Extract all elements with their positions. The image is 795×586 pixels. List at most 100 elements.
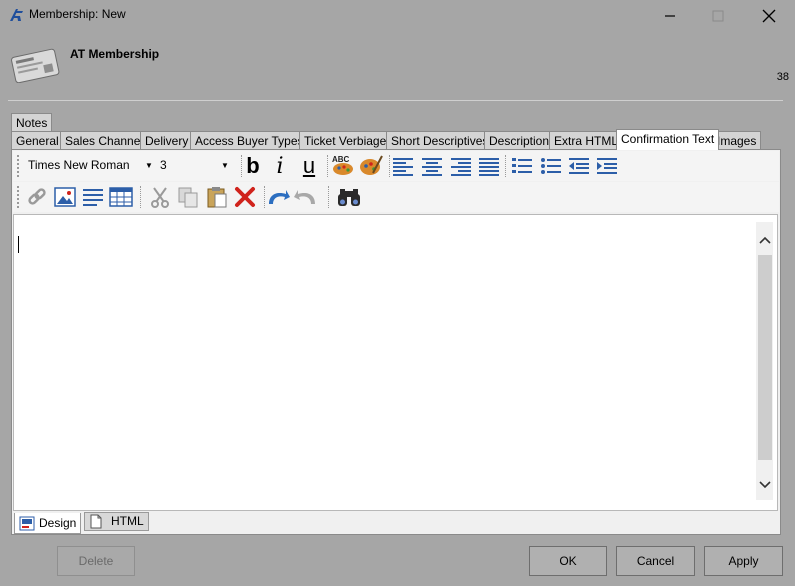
tab-delivery[interactable]: Delivery: [140, 131, 194, 150]
indent-button[interactable]: [595, 154, 619, 178]
toolbar-grip[interactable]: [17, 186, 19, 208]
align-center-icon: [422, 158, 442, 176]
toolbar-separator: [327, 155, 328, 177]
underline-icon: u: [302, 153, 316, 178]
minimize-button[interactable]: [646, 0, 694, 31]
membership-card-icon: [9, 47, 61, 84]
tab-design[interactable]: Design: [14, 513, 82, 534]
font-name-value: Times New Roman: [28, 158, 130, 172]
link-icon: [28, 188, 46, 205]
document-icon: [90, 514, 102, 529]
tab-sales-channel[interactable]: Sales Channel: [60, 131, 149, 150]
delete-button[interactable]: Delete: [57, 546, 135, 576]
cancel-button[interactable]: Cancel: [616, 546, 695, 576]
header-count: 38: [776, 71, 789, 83]
insert-image-button[interactable]: [53, 185, 77, 209]
tab-html[interactable]: HTML: [84, 512, 149, 531]
align-right-button[interactable]: [449, 154, 473, 178]
toolbar-separator: [505, 155, 506, 177]
table-icon: [109, 187, 133, 207]
scrollbar-thumb[interactable]: [758, 255, 772, 460]
binoculars-icon: [338, 189, 360, 206]
tab-ticket-verbiage[interactable]: Ticket Verbiage: [299, 131, 392, 150]
delete-button-toolbar[interactable]: [233, 185, 257, 209]
tab-general[interactable]: General: [11, 131, 64, 150]
image-icon: [54, 187, 76, 207]
header-title: AT Membership: [70, 47, 160, 61]
redo-button[interactable]: [294, 185, 318, 209]
close-button[interactable]: [745, 0, 793, 31]
tab-access-buyer-types[interactable]: Access Buyer Types: [190, 131, 309, 150]
minimize-icon: [665, 14, 675, 17]
outdent-icon: [569, 158, 589, 174]
insert-link-button[interactable]: [25, 185, 49, 209]
text-caret: [18, 236, 19, 253]
justify-icon: [479, 158, 499, 176]
align-left-icon: [393, 158, 413, 176]
app-logo-icon: [8, 7, 24, 23]
numbered-list-icon: [512, 158, 532, 173]
italic-icon: i: [276, 153, 284, 179]
underline-button[interactable]: u: [297, 153, 321, 178]
align-right-icon: [451, 158, 471, 176]
format-toolbar: Times New Roman ▼ 3 ▼ b i u ABC: [13, 151, 779, 181]
design-tab-label: Design: [39, 515, 77, 530]
font-name-select[interactable]: Times New Roman ▼: [25, 155, 153, 176]
header-divider: [8, 100, 783, 101]
outdent-button[interactable]: [567, 154, 591, 178]
tab-images[interactable]: Images: [712, 131, 762, 150]
toolbar-separator: [140, 186, 141, 208]
apply-button[interactable]: Apply: [704, 546, 783, 576]
font-size-dropdown-icon: ▼: [221, 161, 229, 170]
cut-icon: [151, 187, 169, 208]
html-editor-area[interactable]: [13, 214, 778, 511]
numbered-list-button[interactable]: [510, 154, 534, 178]
paragraph-icon: [83, 189, 103, 206]
scroll-up-button[interactable]: [757, 232, 773, 248]
align-center-button[interactable]: [420, 154, 444, 178]
insert-table-button[interactable]: [109, 185, 133, 209]
toolbar-separator: [264, 186, 265, 208]
window-title: Membership: New: [29, 7, 126, 21]
close-icon: [762, 9, 776, 22]
redo-icon: [294, 190, 315, 204]
copy-button[interactable]: [176, 185, 200, 209]
font-name-dropdown-icon: ▼: [145, 161, 153, 170]
tab-short-descriptives[interactable]: Short Descriptives: [386, 131, 494, 150]
tab-description[interactable]: Description: [484, 131, 555, 150]
undo-icon: [269, 190, 290, 204]
find-button[interactable]: [336, 185, 360, 209]
bold-button[interactable]: b: [241, 153, 265, 178]
justify-button[interactable]: [477, 154, 501, 178]
chevron-down-icon: [759, 481, 771, 489]
html-tab-label: HTML: [111, 514, 144, 528]
delete-x-icon: [235, 187, 255, 207]
toolbar-separator: [389, 155, 390, 177]
toolbar-grip[interactable]: [17, 155, 19, 177]
cut-button[interactable]: [148, 185, 172, 209]
horizontal-rule-button[interactable]: [81, 185, 105, 209]
color-palette-icon: [360, 155, 383, 175]
copy-icon: [178, 187, 198, 208]
spell-check-icon: ABC: [332, 155, 353, 175]
maximize-button[interactable]: [694, 0, 742, 31]
spell-check-button[interactable]: ABC: [331, 153, 355, 177]
ok-button[interactable]: OK: [529, 546, 607, 576]
design-view-icon: [19, 516, 35, 530]
font-size-select[interactable]: 3 ▼: [157, 155, 235, 176]
paste-button[interactable]: [205, 185, 229, 209]
chevron-up-icon: [759, 236, 771, 244]
tab-extra-html[interactable]: Extra HTML: [549, 131, 624, 150]
paste-icon: [207, 187, 227, 208]
tab-notes[interactable]: Notes: [11, 113, 53, 132]
tab-confirmation-text[interactable]: Confirmation Text: [616, 129, 720, 150]
insert-toolbar: [13, 182, 779, 212]
bullet-list-button[interactable]: [539, 154, 563, 178]
color-palette-button[interactable]: [359, 153, 383, 177]
italic-button[interactable]: i: [268, 153, 292, 179]
bold-icon: b: [246, 153, 260, 178]
maximize-icon: [712, 10, 724, 21]
align-left-button[interactable]: [391, 154, 415, 178]
undo-button[interactable]: [266, 185, 290, 209]
scroll-down-button[interactable]: [757, 477, 773, 493]
